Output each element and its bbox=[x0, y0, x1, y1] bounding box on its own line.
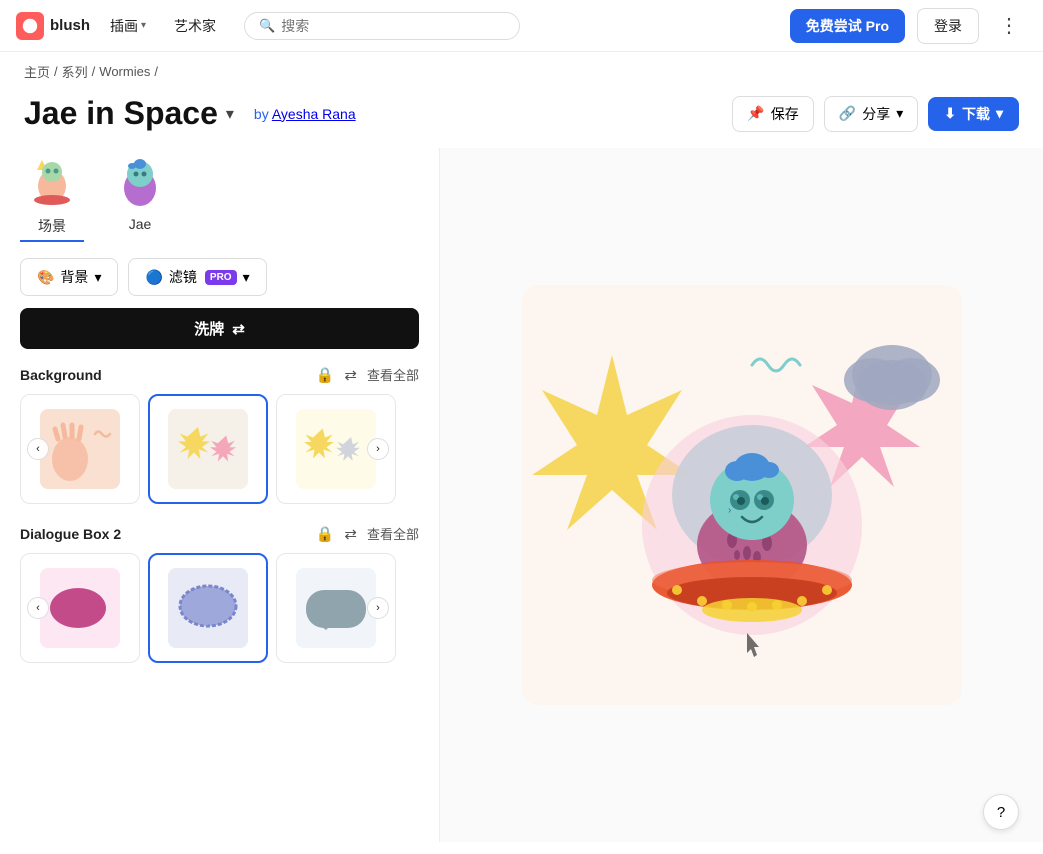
background-card-3-right-arrow[interactable]: › bbox=[367, 438, 389, 460]
chevron-filter-icon: ▾ bbox=[243, 269, 250, 286]
logo-text: blush bbox=[50, 17, 90, 34]
download-button[interactable]: ⬇ 下载 ▾ bbox=[928, 97, 1019, 131]
page-title: Jae in Space bbox=[24, 95, 218, 132]
author-label: by Ayesha Rana bbox=[254, 106, 356, 122]
navbar: blush 插画 ▾ 艺术家 🔍 免费尝试 Pro 登录 ⋮ bbox=[0, 0, 1043, 52]
dialogue-section-actions: 🔒 ⇄ 查看全部 bbox=[316, 524, 419, 543]
background-card-1-left-arrow[interactable]: ‹ bbox=[27, 438, 49, 460]
tab-scene[interactable]: 场景 bbox=[20, 148, 84, 242]
background-section-header: Background 🔒 ⇄ 查看全部 bbox=[20, 365, 419, 384]
background-shuffle-icon[interactable]: ⇄ bbox=[344, 366, 357, 384]
help-button[interactable]: ? bbox=[983, 794, 1019, 830]
tab-scene-label: 场景 bbox=[38, 216, 66, 236]
pro-badge: PRO bbox=[205, 270, 237, 285]
dialogue-card-3-right-arrow[interactable]: › bbox=[367, 597, 389, 619]
background-card-2[interactable] bbox=[148, 394, 268, 504]
pin-icon: 📌 bbox=[747, 105, 764, 122]
link-icon: 🔗 bbox=[839, 105, 856, 122]
more-options-button[interactable]: ⋮ bbox=[991, 9, 1027, 42]
chevron-down-icon: ▾ bbox=[141, 20, 146, 31]
dialogue-section-header: Dialogue Box 2 🔒 ⇄ 查看全部 bbox=[20, 524, 419, 543]
dialogue-section-title: Dialogue Box 2 bbox=[20, 526, 316, 542]
dialogue-view-all[interactable]: 查看全部 bbox=[367, 524, 419, 543]
background-label: 背景 bbox=[60, 267, 88, 287]
background-ctrl-button[interactable]: 🎨 背景 ▾ bbox=[20, 258, 118, 296]
scene-tab-image bbox=[20, 148, 84, 212]
download-icon: ⬇ bbox=[944, 105, 956, 122]
breadcrumb-series[interactable]: 系列 bbox=[62, 62, 88, 81]
header-buttons: 📌 保存 🔗 分享 ▾ ⬇ 下载 ▾ bbox=[732, 96, 1019, 132]
logo-icon bbox=[16, 12, 44, 40]
login-button[interactable]: 登录 bbox=[917, 8, 979, 44]
nav-item-illustrations[interactable]: 插画 ▾ bbox=[102, 12, 154, 40]
nav-artists-label: 艺术家 bbox=[174, 16, 216, 36]
dialogue-shuffle-icon[interactable]: ⇄ bbox=[344, 525, 357, 543]
background-cards-grid: ‹ bbox=[20, 394, 419, 504]
shuffle-label: 洗牌 bbox=[194, 318, 224, 339]
canvas-area: › bbox=[440, 148, 1043, 842]
main-layout: 场景 Jae bbox=[0, 148, 1043, 842]
author-link[interactable]: Ayesha Rana bbox=[272, 106, 356, 122]
share-label: 分享 bbox=[862, 104, 890, 124]
char-tabs: 场景 Jae bbox=[20, 148, 419, 242]
search-bar[interactable]: 🔍 bbox=[244, 12, 520, 40]
filter-ctrl-button[interactable]: 🔵 滤镜 PRO ▾ bbox=[128, 258, 266, 296]
dialogue-card-3[interactable]: › bbox=[276, 553, 396, 663]
breadcrumb-home[interactable]: 主页 bbox=[24, 62, 50, 81]
breadcrumb-wormies[interactable]: Wormies bbox=[99, 64, 150, 79]
chevron-share-icon: ▾ bbox=[896, 105, 903, 122]
nav-illustrations-label: 插画 bbox=[110, 16, 138, 36]
background-card-1[interactable]: ‹ bbox=[20, 394, 140, 504]
chevron-download-icon: ▾ bbox=[996, 105, 1003, 122]
filter-icon: 🔵 bbox=[145, 269, 162, 286]
breadcrumb: 主页 / 系列 / Wormies / bbox=[0, 52, 1043, 91]
share-button[interactable]: 🔗 分享 ▾ bbox=[824, 96, 918, 132]
background-icon: 🎨 bbox=[37, 269, 54, 286]
title-chevron-button[interactable]: ▾ bbox=[226, 104, 234, 124]
filter-label: 滤镜 bbox=[169, 267, 197, 287]
shuffle-icon: ⇄ bbox=[232, 320, 245, 338]
background-view-all[interactable]: 查看全部 bbox=[367, 365, 419, 384]
logo[interactable]: blush bbox=[16, 12, 90, 40]
jae-tab-image bbox=[108, 148, 172, 212]
dialogue-cards-grid: ‹ › bbox=[20, 553, 419, 663]
search-input[interactable] bbox=[281, 18, 505, 34]
sidebar: 场景 Jae bbox=[0, 148, 440, 842]
save-label: 保存 bbox=[771, 104, 799, 124]
dialogue-card-1[interactable]: ‹ bbox=[20, 553, 140, 663]
dialogue-card-2[interactable] bbox=[148, 553, 268, 663]
dialogue-lock-icon[interactable]: 🔒 bbox=[316, 525, 335, 543]
chevron-bg-icon: ▾ bbox=[94, 269, 101, 286]
question-mark-icon: ? bbox=[997, 804, 1005, 821]
page-header: Jae in Space ▾ by Ayesha Rana 📌 保存 🔗 分享 … bbox=[0, 91, 1043, 148]
tab-jae[interactable]: Jae bbox=[108, 148, 172, 242]
shuffle-button[interactable]: 洗牌 ⇄ bbox=[20, 308, 419, 349]
try-pro-button[interactable]: 免费尝试 Pro bbox=[790, 9, 905, 43]
tab-jae-label: Jae bbox=[129, 216, 152, 232]
nav-item-artists[interactable]: 艺术家 bbox=[166, 12, 224, 40]
dialogue-card-1-left-arrow[interactable]: ‹ bbox=[27, 597, 49, 619]
background-section-actions: 🔒 ⇄ 查看全部 bbox=[316, 365, 419, 384]
page-title-area: Jae in Space ▾ bbox=[24, 95, 234, 132]
download-label: 下载 bbox=[962, 104, 990, 124]
search-icon: 🔍 bbox=[259, 18, 275, 34]
controls: 🎨 背景 ▾ 🔵 滤镜 PRO ▾ bbox=[20, 258, 419, 296]
ufo-illustration: › bbox=[522, 285, 962, 705]
svg-text:›: › bbox=[728, 505, 731, 516]
background-card-3[interactable]: › bbox=[276, 394, 396, 504]
background-lock-icon[interactable]: 🔒 bbox=[316, 366, 335, 384]
save-button[interactable]: 📌 保存 bbox=[732, 96, 813, 132]
background-section-title: Background bbox=[20, 367, 316, 383]
